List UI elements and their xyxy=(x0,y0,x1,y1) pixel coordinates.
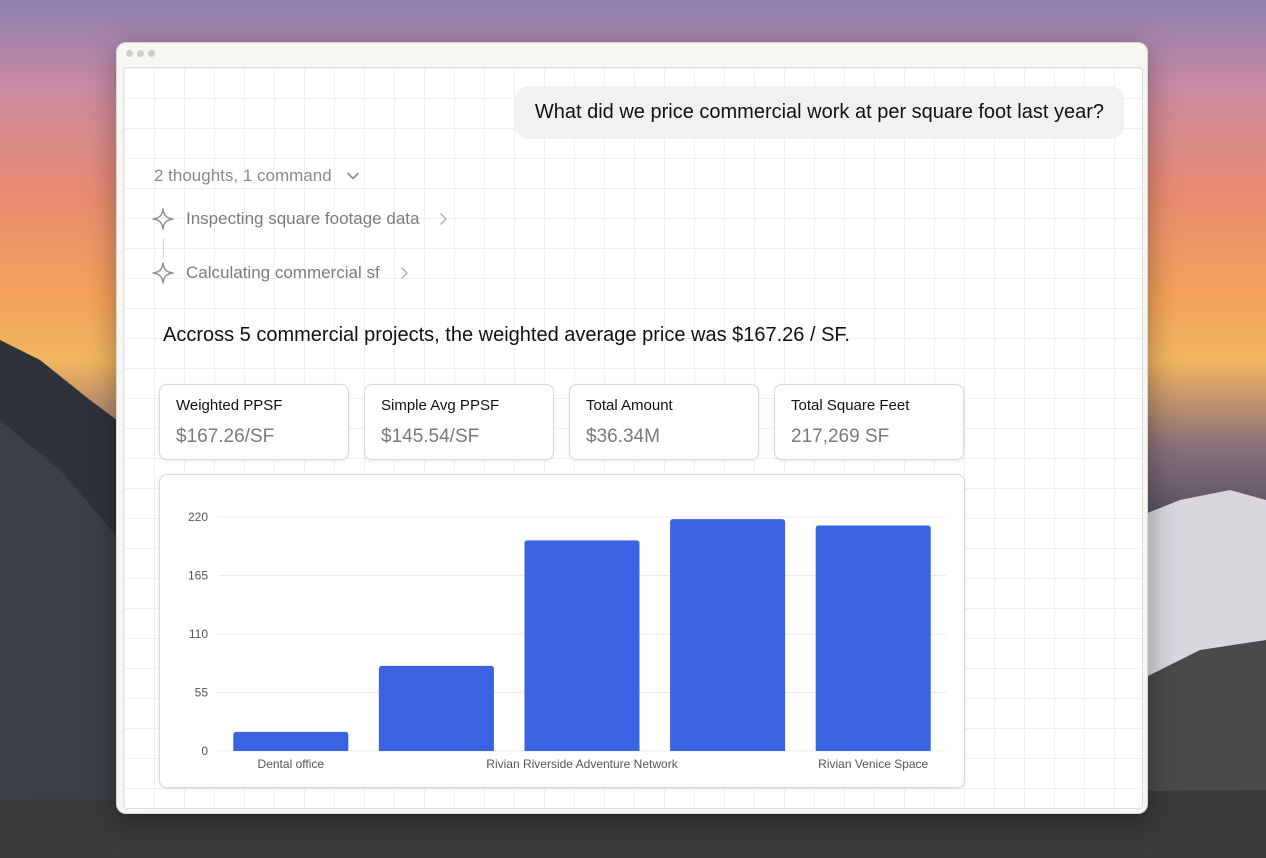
thought-step-label: Inspecting square footage data xyxy=(186,209,420,228)
bar[interactable] xyxy=(233,731,349,751)
metric-label: Total Amount xyxy=(586,397,673,414)
metric-card-weighted-ppsf: Weighted PPSF $167.26/SF xyxy=(159,384,349,460)
app-window: What did we price commercial work at per… xyxy=(116,42,1148,814)
x-tick-label: Rivian Riverside Adventure Network xyxy=(486,757,678,771)
metric-label: Total Square Feet xyxy=(791,397,910,414)
window-dot-minimize[interactable] xyxy=(137,50,144,57)
bar-chart: 0 55 110 165 220 Dental office Rivian Riversid… xyxy=(188,510,946,771)
bar[interactable] xyxy=(815,525,931,751)
metric-cards: Weighted PPSF $167.26/SF Simple Avg PPSF… xyxy=(159,384,964,460)
bar-chart-card: 0 55 110 165 220 Dental office Rivian Riversid… xyxy=(159,474,965,788)
metric-value: $145.54/SF xyxy=(381,426,480,447)
metric-label: Weighted PPSF xyxy=(176,397,283,414)
bar[interactable] xyxy=(670,519,786,751)
bar[interactable] xyxy=(524,540,640,751)
y-tick-label: 0 xyxy=(201,744,208,758)
metric-card-simple-avg-ppsf: Simple Avg PPSF $145.54/SF xyxy=(364,384,554,460)
window-dot-maximize[interactable] xyxy=(148,50,155,57)
metric-card-total-amount: Total Amount $36.34M xyxy=(569,384,759,460)
chevron-down-icon xyxy=(346,172,359,180)
y-tick-label: 110 xyxy=(189,627,208,641)
window-dot-close[interactable] xyxy=(126,50,133,57)
metric-card-total-square-feet: Total Square Feet 217,269 SF xyxy=(774,384,964,460)
metric-label: Simple Avg PPSF xyxy=(381,397,500,414)
thoughts-toggle[interactable]: 2 thoughts, 1 command xyxy=(154,166,360,186)
sparkle-icon xyxy=(152,262,174,284)
chat-pane: What did we price commercial work at per… xyxy=(123,67,1143,809)
chevron-right-icon xyxy=(440,213,448,225)
assistant-answer: Accross 5 commercial projects, the weigh… xyxy=(163,324,850,346)
y-tick-label: 55 xyxy=(195,686,209,700)
thoughts-summary: 2 thoughts, 1 command xyxy=(154,166,332,185)
step-connector xyxy=(163,238,164,258)
sparkle-icon xyxy=(152,208,174,230)
y-tick-label: 165 xyxy=(188,569,208,583)
metric-value: $36.34M xyxy=(586,426,660,447)
window-controls xyxy=(126,50,155,57)
metric-value: $167.26/SF xyxy=(176,426,275,447)
x-tick-label: Dental office xyxy=(258,757,325,771)
x-tick-label: Rivian Venice Space xyxy=(818,757,928,771)
bar[interactable] xyxy=(378,665,494,751)
thought-step-label: Calculating commercial sf xyxy=(186,263,380,282)
user-message-bubble: What did we price commercial work at per… xyxy=(514,86,1124,139)
thought-step-1[interactable]: Inspecting square footage data xyxy=(152,208,449,230)
chevron-right-icon xyxy=(400,267,408,279)
thought-step-2[interactable]: Calculating commercial sf xyxy=(152,262,410,284)
metric-value: 217,269 SF xyxy=(791,426,890,447)
y-tick-label: 220 xyxy=(188,510,208,524)
